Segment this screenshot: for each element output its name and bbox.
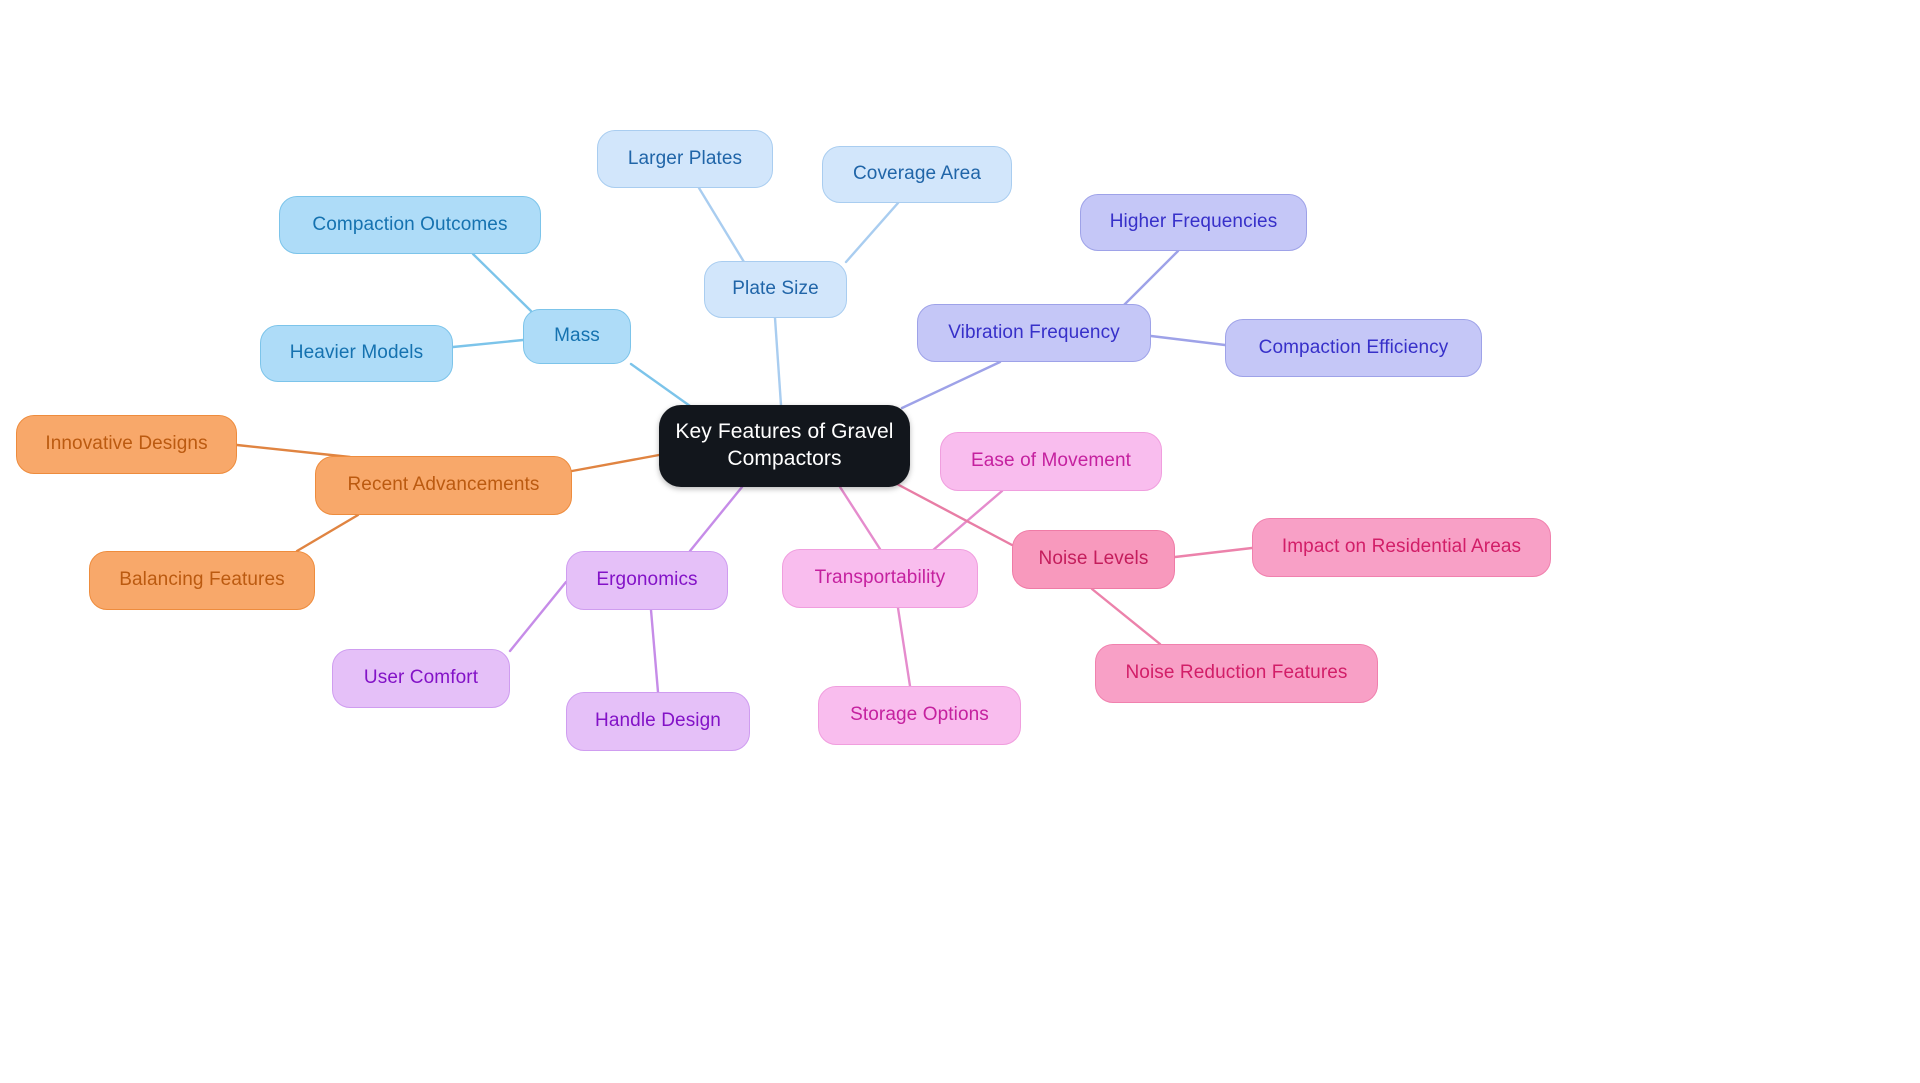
mindmap-node-balancing-features[interactable]: Balancing Features <box>89 551 315 610</box>
mindmap-node-mass[interactable]: Mass <box>523 309 631 364</box>
mindmap-node-larger-plates[interactable]: Larger Plates <box>597 130 773 188</box>
node-label: Noise Levels <box>1038 548 1149 570</box>
mindmap-node-compaction-efficiency[interactable]: Compaction Efficiency <box>1225 319 1482 377</box>
edge-root-to-mass <box>629 362 692 408</box>
mindmap-node-noise-reduction-features[interactable]: Noise Reduction Features <box>1095 644 1378 703</box>
node-label: Key Features of Gravel Compactors <box>675 420 894 470</box>
edge-ergonomics-to-user-comfort <box>508 580 568 653</box>
node-label: User Comfort <box>363 667 479 689</box>
mindmap-node-noise-levels[interactable]: Noise Levels <box>1012 530 1175 589</box>
mindmap-node-root[interactable]: Key Features of Gravel Compactors <box>659 405 910 487</box>
node-label: Storage Options <box>850 704 989 726</box>
node-label: Noise Reduction Features <box>1125 662 1348 684</box>
node-label: Higher Frequencies <box>1109 211 1278 233</box>
edge-transportability-to-ease-of-movement <box>930 489 1004 553</box>
mindmap-node-transportability[interactable]: Transportability <box>782 549 978 608</box>
node-label: Balancing Features <box>119 569 285 591</box>
edge-root-to-transportability <box>838 485 882 551</box>
node-label: Impact on Residential Areas <box>1281 536 1522 558</box>
mindmap-node-storage-options[interactable]: Storage Options <box>818 686 1021 745</box>
edge-root-to-noise-levels <box>895 482 1014 547</box>
edge-root-to-recent-advancements <box>570 453 661 473</box>
edge-mass-to-compaction-outcomes <box>471 252 533 313</box>
edge-root-to-vibration-frequency <box>900 360 1002 410</box>
edge-noise-levels-to-noise-reduction-features <box>1090 587 1162 646</box>
node-label: Vibration Frequency <box>948 321 1120 343</box>
edge-root-to-plate-size <box>773 316 783 407</box>
node-label: Ease of Movement <box>970 450 1131 472</box>
node-label: Plate Size <box>732 278 819 300</box>
edge-vibration-frequency-to-higher-frequencies <box>1122 249 1180 307</box>
mindmap-node-vibration-frequency[interactable]: Vibration Frequency <box>917 304 1151 362</box>
node-label: Transportability <box>814 567 946 589</box>
edge-root-to-ergonomics <box>688 485 744 553</box>
mindmap-node-recent-advancements[interactable]: Recent Advancements <box>315 456 572 515</box>
mindmap-node-heavier-models[interactable]: Heavier Models <box>260 325 453 382</box>
edge-plate-size-to-larger-plates <box>697 186 746 264</box>
mindmap-node-ease-of-movement[interactable]: Ease of Movement <box>940 432 1162 491</box>
mindmap-node-plate-size[interactable]: Plate Size <box>704 261 847 318</box>
node-label: Larger Plates <box>627 147 743 169</box>
mindmap-node-innovative-designs[interactable]: Innovative Designs <box>16 415 237 474</box>
edge-mass-to-heavier-models <box>451 338 525 349</box>
mindmap-canvas: Key Features of Gravel Compactors Mass Com… <box>0 0 1920 1083</box>
edge-vibration-frequency-to-compaction-efficiency <box>1149 334 1227 347</box>
node-label: Ergonomics <box>596 569 698 591</box>
mindmap-node-impact-residential-areas[interactable]: Impact on Residential Areas <box>1252 518 1551 577</box>
node-label: Compaction Efficiency <box>1258 336 1449 358</box>
mindmap-node-user-comfort[interactable]: User Comfort <box>332 649 510 708</box>
node-label: Innovative Designs <box>45 433 208 455</box>
node-label: Mass <box>554 325 600 347</box>
mindmap-node-coverage-area[interactable]: Coverage Area <box>822 146 1012 203</box>
node-label: Recent Advancements <box>347 474 540 496</box>
edge-recent-advancements-to-balancing-features <box>295 513 360 553</box>
edge-plate-size-to-coverage-area <box>844 201 900 264</box>
edge-transportability-to-storage-options <box>896 606 912 688</box>
edge-noise-levels-to-impact-residential-areas <box>1173 546 1254 559</box>
mindmap-node-ergonomics[interactable]: Ergonomics <box>566 551 728 610</box>
edge-ergonomics-to-handle-design <box>649 608 660 694</box>
mindmap-node-higher-frequencies[interactable]: Higher Frequencies <box>1080 194 1307 251</box>
node-label: Coverage Area <box>852 163 982 185</box>
mindmap-node-handle-design[interactable]: Handle Design <box>566 692 750 751</box>
node-label: Compaction Outcomes <box>312 213 508 235</box>
node-label: Heavier Models <box>289 342 424 364</box>
mindmap-node-compaction-outcomes[interactable]: Compaction Outcomes <box>279 196 541 254</box>
node-label: Handle Design <box>595 710 721 732</box>
